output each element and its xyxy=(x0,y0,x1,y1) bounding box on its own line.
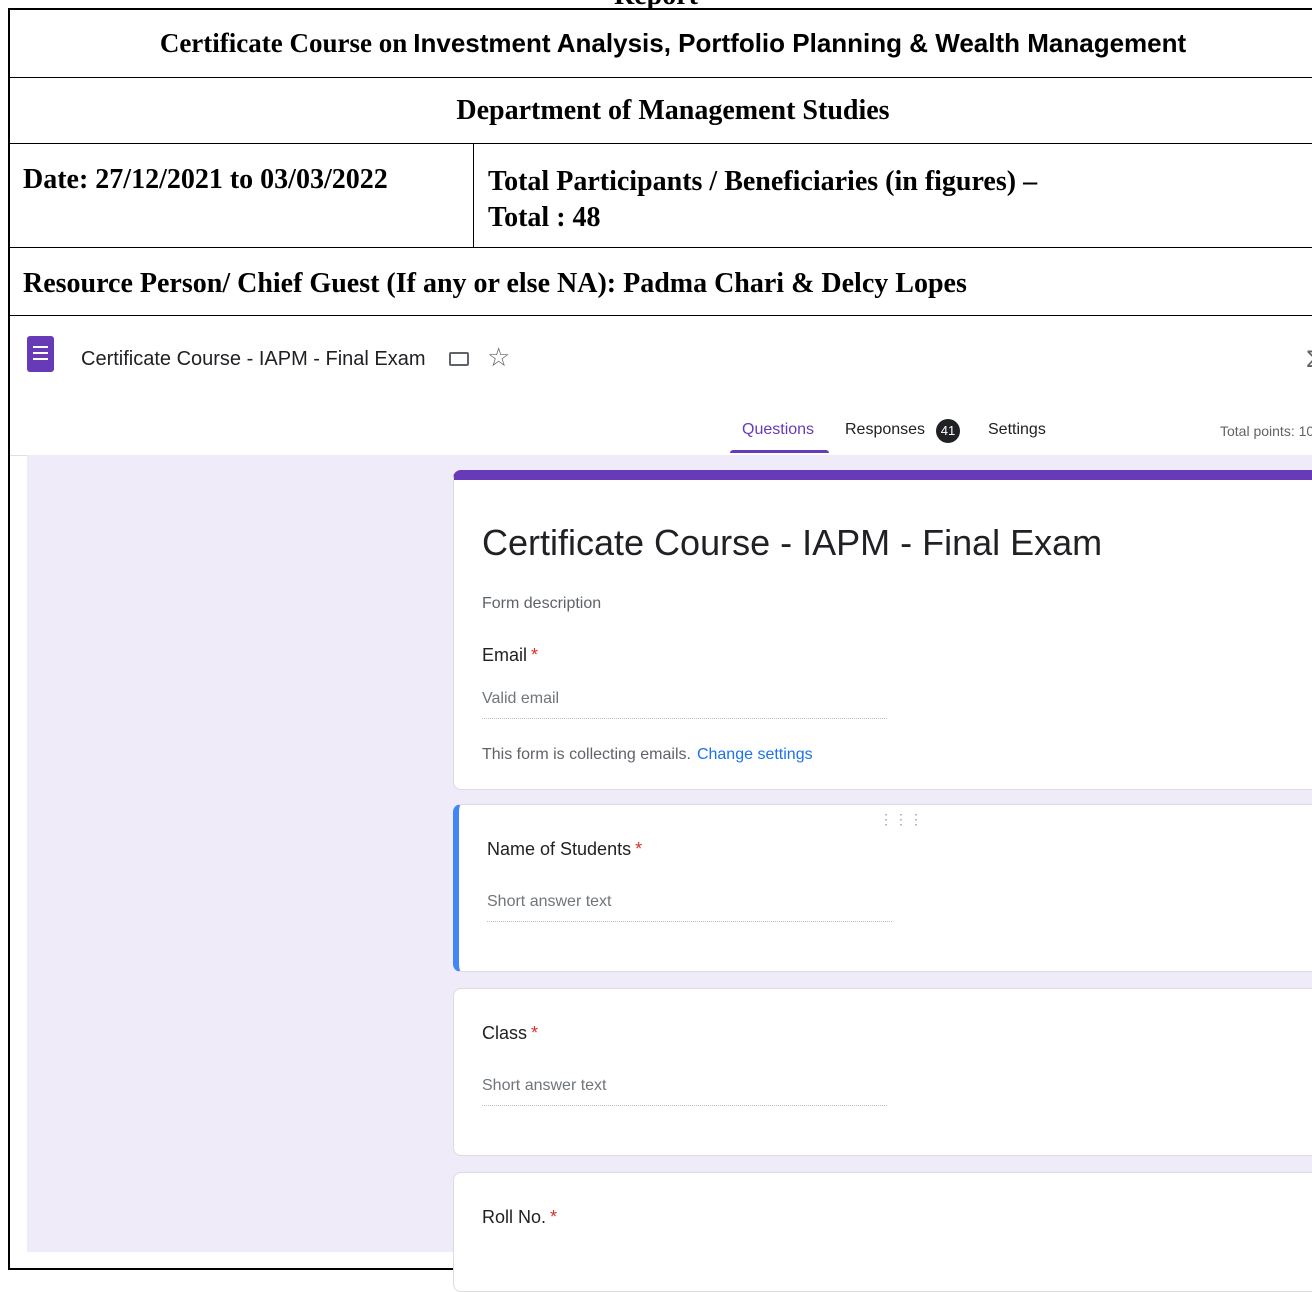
forms-logo-icon[interactable] xyxy=(27,336,54,372)
question-label: Roll No. * xyxy=(482,1207,558,1227)
form-title[interactable]: Certificate Course - IAPM - Final Exam xyxy=(482,522,1102,564)
question-label: Name of Students * xyxy=(487,839,643,859)
participants-line: Total Participants / Beneficiaries (in f… xyxy=(488,166,1038,197)
participants-total: Total : 48 xyxy=(488,202,601,233)
star-icon[interactable]: ☆ xyxy=(487,344,510,370)
tab-questions[interactable]: Questions xyxy=(742,421,814,439)
forms-header: Certificate Course - IAPM - Final Exam ☆… xyxy=(10,316,1312,391)
form-title-card[interactable]: Certificate Course - IAPM - Final Exam F… xyxy=(453,470,1312,790)
collecting-emails-note: This form is collecting emails. Change se… xyxy=(482,746,813,763)
folder-icon[interactable] xyxy=(449,352,469,366)
question-card-name[interactable]: ⋮⋮⋮ Name of Students * Short answer text xyxy=(453,804,1312,972)
total-points: Total points: 10 xyxy=(1220,423,1312,439)
drag-handle-icon[interactable]: ⋮⋮⋮ xyxy=(879,811,924,828)
resource-person-row: Resource Person/ Chief Guest (If any or … xyxy=(10,248,1312,316)
date-cell: Date: 27/12/2021 to 03/03/2022 xyxy=(10,144,474,247)
short-answer-field[interactable]: Short answer text xyxy=(487,893,892,922)
date-participants-row: Date: 27/12/2021 to 03/03/2022 Total Par… xyxy=(10,144,1312,248)
form-doc-title[interactable]: Certificate Course - IAPM - Final Exam xyxy=(81,348,426,371)
responses-count-badge: 41 xyxy=(936,419,960,443)
course-name: Investment Analysis, Portfolio Planning … xyxy=(413,28,1187,58)
tab-settings[interactable]: Settings xyxy=(988,421,1046,439)
course-prefix: Certificate Course on xyxy=(159,28,408,58)
question-card-class[interactable]: Class * Short answer text xyxy=(453,988,1312,1156)
department-name: Department of Management Studies xyxy=(456,94,890,126)
course-title-row: Certificate Course on Investment Analysi… xyxy=(10,10,1312,78)
question-card-roll-no[interactable]: Roll No. * xyxy=(453,1172,1312,1292)
participants-cell: Total Participants / Beneficiaries (in f… xyxy=(474,144,1312,247)
report-table: Certificate Course on Investment Analysi… xyxy=(8,8,1312,1292)
email-label: Email * xyxy=(482,645,539,665)
question-label: Class * xyxy=(482,1023,539,1043)
customize-theme-icon[interactable]: Σ xyxy=(1306,346,1312,374)
email-field[interactable]: Valid email xyxy=(482,690,887,719)
form-description[interactable]: Form description xyxy=(482,595,601,613)
department-row: Department of Management Studies xyxy=(10,78,1312,144)
change-settings-link[interactable]: Change settings xyxy=(697,746,813,763)
form-canvas: Certificate Course - IAPM - Final Exam F… xyxy=(27,455,1312,1292)
form-tabs: Questions Responses 41 Settings Total po… xyxy=(10,391,1312,456)
google-forms-screenshot: Certificate Course - IAPM - Final Exam ☆… xyxy=(10,316,1312,1292)
short-answer-field[interactable]: Short answer text xyxy=(482,1077,887,1106)
active-tab-indicator xyxy=(730,450,829,453)
tab-responses[interactable]: Responses xyxy=(845,421,925,439)
